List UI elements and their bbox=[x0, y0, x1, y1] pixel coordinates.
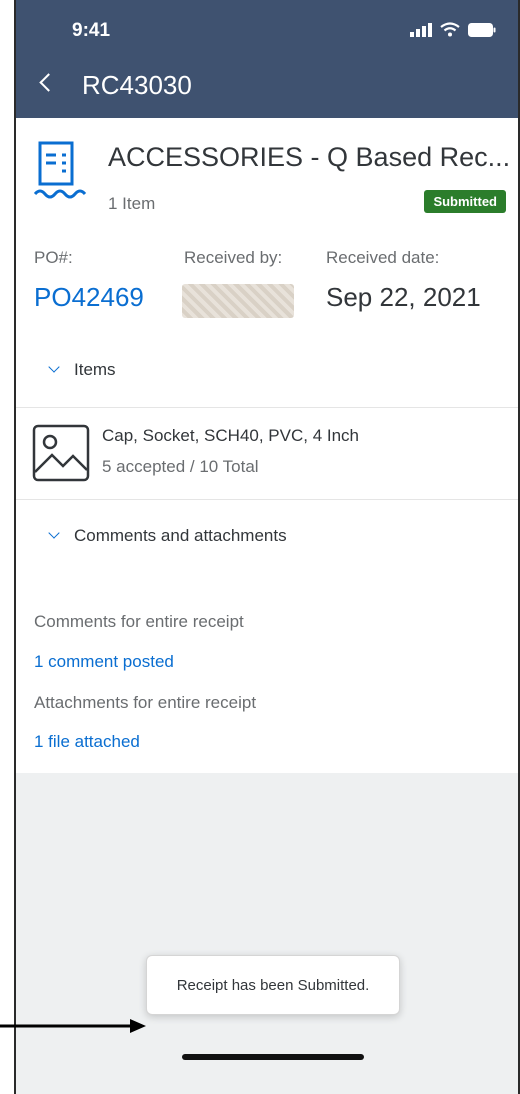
attachments-link[interactable]: 1 file attached bbox=[34, 732, 140, 752]
received-by-label: Received by: bbox=[184, 248, 283, 267]
receipt-card: ACCESSORIES - Q Based Rec... 1 Item Subm… bbox=[16, 118, 518, 773]
comments-link[interactable]: 1 comment posted bbox=[34, 652, 174, 672]
received-by-redacted bbox=[182, 284, 294, 318]
received-date: Sep 22, 2021 bbox=[326, 282, 481, 312]
toast-text: Receipt has been Submitted. bbox=[176, 976, 370, 994]
status-icons bbox=[410, 22, 496, 37]
image-placeholder-icon bbox=[32, 424, 90, 482]
chevron-down-icon bbox=[48, 527, 60, 539]
chevron-down-icon bbox=[48, 361, 60, 373]
status-time: 9:41 bbox=[72, 20, 111, 41]
po-label: PO#: bbox=[34, 248, 73, 267]
home-indicator[interactable] bbox=[182, 1054, 364, 1060]
item-status: 5 accepted / 10 Total bbox=[102, 457, 259, 476]
item-name: Cap, Socket, SCH40, PVC, 4 Inch bbox=[102, 426, 360, 445]
items-section-header: Items bbox=[74, 360, 116, 379]
nav-title: RC43030 bbox=[82, 70, 192, 100]
battery-icon bbox=[468, 22, 496, 37]
divider bbox=[16, 499, 518, 500]
wifi-icon bbox=[440, 22, 460, 37]
divider bbox=[16, 407, 518, 408]
toast-message: Receipt has been Submitted. bbox=[146, 955, 400, 1015]
comments-section-header: Comments and attachments bbox=[74, 526, 287, 545]
phone-frame: 9:41 RC43030 ACCESSORIES - Q Based Rec..… bbox=[14, 0, 520, 1094]
received-date-label: Received date: bbox=[326, 248, 440, 267]
receipt-document-icon bbox=[34, 141, 87, 199]
items-count: 1 Item bbox=[108, 194, 156, 213]
comments-label: Comments for entire receipt bbox=[34, 612, 244, 631]
receipt-title: ACCESSORIES - Q Based Rec... bbox=[108, 142, 511, 172]
annotation-arrow-icon bbox=[0, 1019, 146, 1033]
signal-icon bbox=[410, 22, 432, 37]
top-bar: 9:41 RC43030 bbox=[16, 0, 518, 118]
attachments-label: Attachments for entire receipt bbox=[34, 693, 257, 712]
status-badge: Submitted bbox=[424, 190, 506, 213]
back-button[interactable] bbox=[39, 73, 58, 92]
po-number-link[interactable]: PO42469 bbox=[34, 282, 144, 313]
